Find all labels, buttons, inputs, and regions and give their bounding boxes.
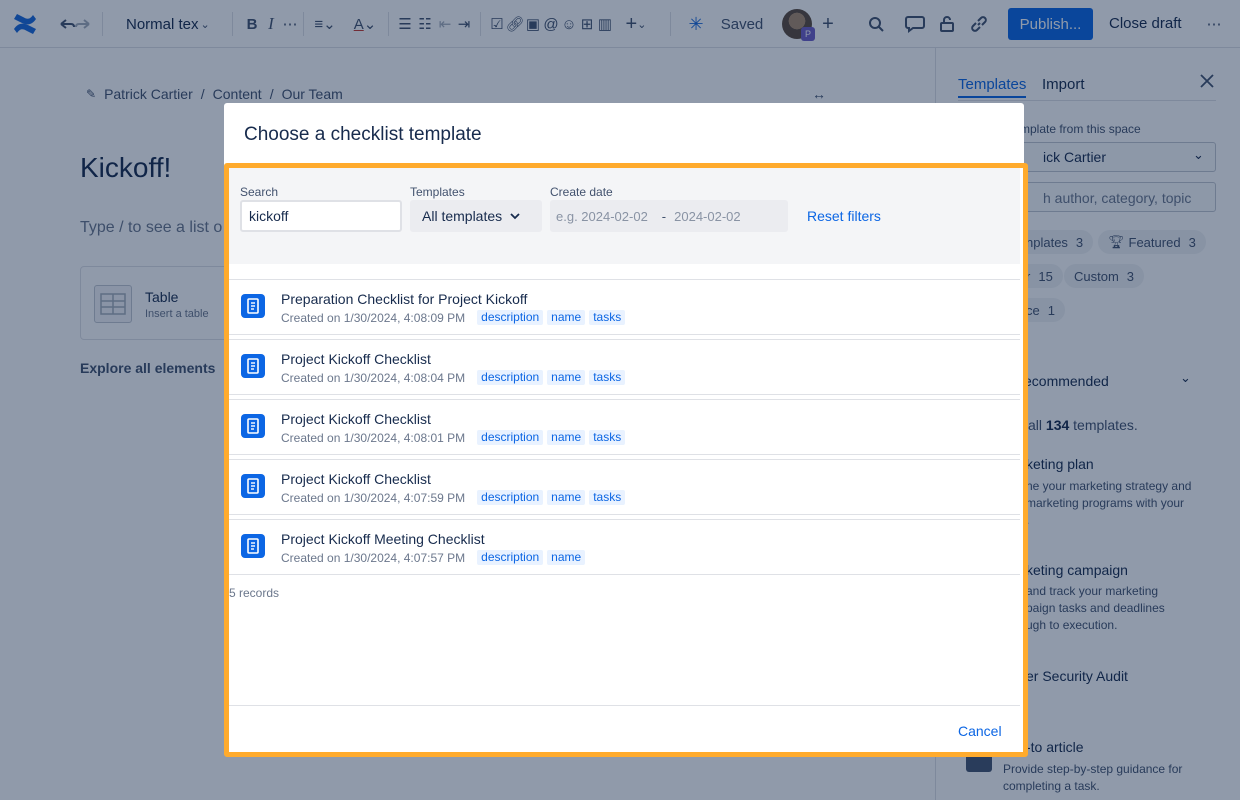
dialog-title: Choose a checklist template [244, 124, 482, 145]
highlight-frame [224, 163, 1028, 757]
